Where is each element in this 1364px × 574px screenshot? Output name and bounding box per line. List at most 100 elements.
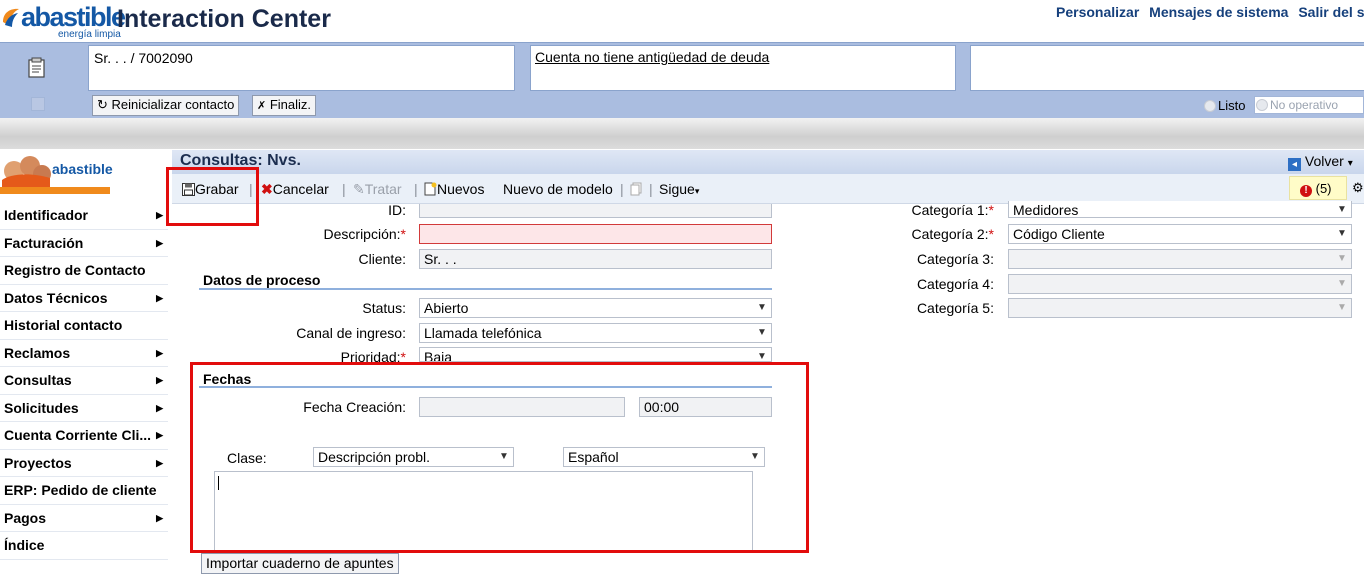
nav-item-facturacion[interactable]: Facturación ▶: [0, 230, 168, 257]
category-5-select[interactable]: ▼: [1008, 298, 1352, 318]
nav-item-reclamos[interactable]: Reclamos ▶: [0, 340, 168, 367]
chevron-right-icon: ▶: [156, 457, 163, 468]
nav-item-datos-tecnicos[interactable]: Datos Técnicos ▶: [0, 285, 168, 312]
nav-item-historial-contacto[interactable]: Historial contacto: [0, 312, 168, 340]
new-from-template-button[interactable]: Nuevo de modelo: [503, 181, 613, 197]
nav-item-proyectos[interactable]: Proyectos ▶: [0, 450, 168, 477]
nav-item-identificador[interactable]: Identificador ▶: [0, 202, 168, 230]
nav-item-pagos[interactable]: Pagos ▶: [0, 505, 168, 532]
nav-item-indice[interactable]: Índice: [0, 532, 168, 560]
system-messages-link[interactable]: Mensajes de sistema: [1149, 4, 1288, 20]
back-button[interactable]: ◂ Volver ▾: [1288, 153, 1353, 171]
contact-info-box: Sr. . . / 7002090: [88, 45, 515, 91]
nav-item-label: Identificador: [4, 207, 89, 223]
dropdown-arrow-icon: ▼: [499, 451, 509, 462]
debt-status-link[interactable]: Cuenta no tiene antigüedad de deuda: [535, 49, 769, 65]
status-square-icon: [31, 97, 45, 111]
cancel-label: Cancelar: [272, 181, 329, 197]
nav-item-solicitudes[interactable]: Solicitudes ▶: [0, 395, 168, 422]
nav-item-label: Registro de Contacto: [4, 262, 146, 278]
category-4-label: Categoría 4:: [916, 276, 994, 292]
radio-icon: [1256, 99, 1268, 111]
section-divider: [199, 386, 772, 388]
import-notebook-button[interactable]: Importar cuaderno de apuntes: [201, 553, 399, 574]
debt-info-box: Cuenta no tiene antigüedad de deuda: [530, 45, 956, 91]
nav-item-registro-contacto[interactable]: Registro de Contacto: [0, 257, 168, 285]
nav-item-label: Solicitudes: [4, 399, 79, 416]
category-3-select[interactable]: ▼: [1008, 249, 1352, 269]
category-label-text: Categoría 1:: [911, 202, 989, 218]
category-2-label: Categoría 2:*: [911, 226, 994, 242]
dropdown-arrow-icon: ▼: [1337, 302, 1347, 313]
chevron-right-icon: ▶: [156, 375, 163, 385]
language-select[interactable]: Español ▼: [563, 447, 765, 467]
save-button[interactable]: Grabar: [182, 181, 239, 197]
category-2-select[interactable]: Código Cliente ▼: [1008, 224, 1352, 244]
next-menu-button[interactable]: Sigue▾: [659, 181, 699, 197]
notepad-icon[interactable]: [27, 57, 47, 79]
save-label: Grabar: [195, 181, 239, 197]
cancel-button[interactable]: ✖Cancelar: [261, 181, 329, 198]
chevron-right-icon: ▶: [156, 210, 163, 220]
personalize-link[interactable]: Personalizar: [1056, 4, 1139, 20]
description-label-text: Descripción:: [323, 226, 401, 242]
chevron-down-icon: ▾: [1347, 158, 1353, 169]
class-select[interactable]: Descripción probl. ▼: [313, 447, 514, 467]
nav-item-erp-pedido[interactable]: ERP: Pedido de cliente: [0, 477, 168, 505]
status-select[interactable]: Abierto ▼: [419, 298, 772, 318]
save-icon: [182, 183, 195, 196]
category-1-select[interactable]: Medidores ▼: [1008, 201, 1352, 218]
nav-item-label: Consultas: [4, 372, 72, 388]
new-button[interactable]: Nuevos: [424, 181, 484, 197]
status-ready-radio[interactable]: Listo: [1204, 98, 1245, 113]
logout-link[interactable]: Salir del sis: [1298, 4, 1364, 20]
tools-icon[interactable]: ⚙: [1352, 180, 1364, 196]
nav-item-cuenta-corriente[interactable]: Cuenta Corriente Cli... ▶: [0, 422, 168, 450]
copy-button[interactable]: [630, 181, 643, 197]
channel-label: Canal de ingreso:: [296, 325, 406, 341]
finish-button[interactable]: ✗ Finaliz.: [252, 95, 317, 116]
customer-label: Cliente:: [358, 251, 406, 267]
dropdown-arrow-icon: ▼: [1337, 278, 1347, 289]
content-title-bar: [172, 150, 1364, 174]
category-4-select[interactable]: ▼: [1008, 274, 1352, 294]
refresh-icon: ↻: [97, 97, 108, 112]
nav-item-label: Proyectos: [4, 454, 72, 471]
left-nav: Identificador ▶ Facturación ▶ Registro de …: [0, 202, 168, 560]
radio-icon: [1204, 100, 1216, 112]
brand-tagline: energía limpia: [58, 29, 121, 40]
priority-value: Baja: [424, 349, 453, 362]
app-title: Interaction Center: [117, 5, 331, 33]
reset-contact-button[interactable]: ↻ Reinicializar contacto: [92, 95, 240, 116]
next-label: Sigue: [659, 181, 695, 197]
notes-textarea[interactable]: [214, 471, 753, 551]
category-3-label: Categoría 3:: [916, 251, 994, 267]
top-links: Personalizar Mensajes de sistema Salir d…: [1056, 4, 1364, 20]
copy-icon: [630, 182, 642, 196]
text-caret: [218, 476, 219, 490]
separator-band: [0, 118, 1364, 149]
toolbar-divider: |: [620, 181, 624, 197]
dropdown-arrow-icon: ▼: [1337, 253, 1347, 264]
category-5-label: Categoría 5:: [916, 300, 994, 316]
messages-badge[interactable]: ! (5): [1289, 176, 1347, 200]
priority-select[interactable]: Baja ▼: [419, 347, 772, 362]
dropdown-arrow-icon: ▼: [757, 351, 767, 362]
error-icon: !: [1300, 185, 1312, 197]
class-value: Descripción probl.: [318, 449, 431, 465]
customer-field: Sr. . .: [419, 249, 772, 269]
nav-item-label: Historial contacto: [4, 317, 123, 333]
channel-select[interactable]: Llamada telefónica ▼: [419, 323, 772, 343]
description-input[interactable]: [419, 224, 772, 244]
chevron-right-icon: ▶: [156, 512, 163, 523]
creation-date-label: Fecha Creación:: [303, 399, 406, 415]
status-ready-label: Listo: [1218, 98, 1246, 113]
nav-item-consultas[interactable]: Consultas ▶: [0, 367, 168, 395]
language-value: Español: [568, 449, 619, 465]
cancel-x-icon: ✖: [261, 181, 273, 197]
new-label: Nuevos: [437, 181, 485, 197]
status-not-operational-radio[interactable]: No operativo: [1254, 96, 1364, 114]
id-label: ID:: [388, 202, 406, 218]
toolbar: Grabar | ✖Cancelar | ✎Tratar | Nuevos Nu…: [172, 174, 1364, 204]
process-button[interactable]: ✎Tratar: [353, 181, 402, 198]
